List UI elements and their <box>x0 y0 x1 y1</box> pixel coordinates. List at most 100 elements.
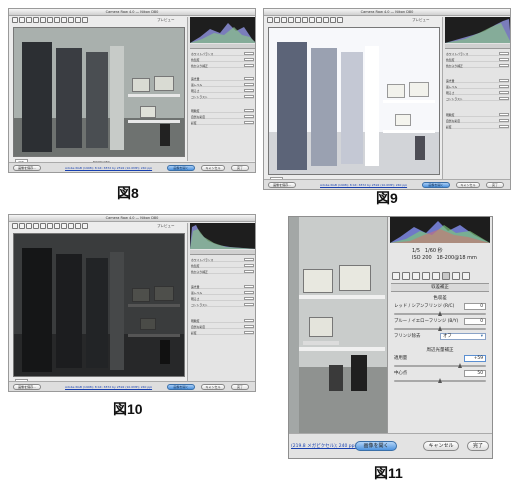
slider-row[interactable]: 露光量 <box>191 77 254 81</box>
vignette-amount-field[interactable]: 適用量 +59 <box>394 355 486 363</box>
slider-row[interactable]: 色温度 <box>191 58 254 62</box>
slider-row[interactable]: 色温度 <box>191 264 254 268</box>
hand-tool-icon[interactable] <box>19 17 25 23</box>
blue-yellow-value[interactable]: 0 <box>464 318 486 325</box>
retouch-tool-icon[interactable] <box>54 223 60 229</box>
rotate-right-icon[interactable] <box>82 223 88 229</box>
workflow-options-link[interactable]: Adobe RGB (1998); 8 bit; 3872 by 2592 (1… <box>65 166 152 170</box>
cancel-button[interactable]: キャンセル <box>201 384 225 390</box>
straighten-tool-icon[interactable] <box>47 17 53 23</box>
slider-row[interactable]: 明瞭度 <box>191 109 254 113</box>
hand-tool-icon[interactable] <box>19 223 25 229</box>
red-cyan-value[interactable]: 0 <box>464 303 486 310</box>
zoom-tool-icon[interactable] <box>12 223 18 229</box>
slider-row[interactable]: 明るさ <box>191 89 254 93</box>
red-cyan-slider[interactable] <box>394 311 486 316</box>
slider-row[interactable]: 彩度 <box>191 121 254 125</box>
cancel-button[interactable]: キャンセル <box>201 165 225 171</box>
slider-row[interactable]: コントラスト <box>191 95 254 99</box>
panel-tabs[interactable] <box>190 250 255 255</box>
image-preview[interactable] <box>289 217 387 435</box>
tone-curve-tab-icon[interactable] <box>402 272 410 280</box>
slider-row[interactable]: 自然な彩度 <box>446 119 509 123</box>
save-image-button[interactable]: 画像を保存... <box>13 384 41 390</box>
preferences-icon[interactable] <box>323 17 329 23</box>
open-image-button[interactable]: 画像を開く <box>167 165 195 171</box>
slider-row[interactable]: 黒レベル <box>191 83 254 87</box>
slider-row[interactable]: 自然な彩度 <box>191 325 254 329</box>
defringe-field[interactable]: フリンジ除去 オフ ▾ <box>394 333 486 341</box>
slider-knob[interactable] <box>438 378 442 383</box>
preview-checkbox[interactable]: プレビュー <box>157 18 175 23</box>
rotate-left-icon[interactable] <box>75 17 81 23</box>
open-image-button[interactable]: 画像を開く <box>422 182 450 188</box>
slider-row[interactable]: 色かぶり補正 <box>191 64 254 68</box>
done-button[interactable]: 完了 <box>486 182 504 188</box>
slider-knob[interactable] <box>458 363 462 368</box>
blue-yellow-slider[interactable] <box>394 326 486 331</box>
crop-tool-icon[interactable] <box>295 17 301 23</box>
preview-checkbox[interactable]: プレビュー <box>157 224 175 229</box>
white-balance-tool-icon[interactable] <box>26 17 32 23</box>
slider-row[interactable]: 明るさ <box>191 297 254 301</box>
image-preview[interactable] <box>268 27 440 175</box>
slider-row[interactable]: 明るさ <box>446 91 509 95</box>
done-button[interactable]: 完了 <box>467 441 489 451</box>
red-eye-tool-icon[interactable] <box>61 17 67 23</box>
slider-row[interactable]: 彩度 <box>191 331 254 335</box>
detail-tab-icon[interactable] <box>412 272 420 280</box>
slider-knob[interactable] <box>438 326 442 331</box>
image-preview[interactable] <box>13 27 185 157</box>
slider-row[interactable]: 色かぶり補正 <box>446 64 509 68</box>
hand-tool-icon[interactable] <box>274 17 280 23</box>
white-balance-tool-icon[interactable] <box>26 223 32 229</box>
panel-tabs[interactable] <box>190 44 255 49</box>
zoom-tool-icon[interactable] <box>267 17 273 23</box>
red-eye-tool-icon[interactable] <box>61 223 67 229</box>
slider-knob[interactable] <box>438 311 442 316</box>
cancel-button[interactable]: キャンセル <box>423 441 459 451</box>
retouch-tool-icon[interactable] <box>309 17 315 23</box>
image-preview[interactable] <box>13 233 185 377</box>
done-button[interactable]: 完了 <box>231 384 249 390</box>
rotate-right-icon[interactable] <box>337 17 343 23</box>
rotate-left-icon[interactable] <box>75 223 81 229</box>
vignette-amount-slider[interactable] <box>394 363 486 368</box>
panel-tabs[interactable] <box>445 44 510 49</box>
amount-value[interactable]: +59 <box>464 355 486 362</box>
zoom-tool-icon[interactable] <box>12 17 18 23</box>
defringe-select[interactable]: オフ ▾ <box>440 333 486 340</box>
slider-row[interactable]: 黒レベル <box>191 291 254 295</box>
lens-corrections-tab-icon[interactable] <box>442 272 450 280</box>
rotate-right-icon[interactable] <box>82 17 88 23</box>
slider-row[interactable]: ホワイトバランス <box>191 52 254 56</box>
blue-yellow-fringe-field[interactable]: ブルー / イエローフリンジ (B/Y) 0 <box>394 318 486 326</box>
slider-row[interactable]: 明瞭度 <box>446 113 509 117</box>
color-sampler-icon[interactable] <box>33 223 39 229</box>
open-image-button[interactable]: 画像を開く <box>167 384 195 390</box>
slider-row[interactable]: 明瞭度 <box>191 319 254 323</box>
color-sampler-icon[interactable] <box>33 17 39 23</box>
save-image-button[interactable]: 画像を保存... <box>13 165 41 171</box>
slider-row[interactable]: コントラスト <box>191 303 254 307</box>
hsl-tab-icon[interactable] <box>422 272 430 280</box>
save-image-button[interactable]: 画像を保存... <box>268 182 296 188</box>
open-image-button[interactable]: 画像を開く <box>355 441 397 451</box>
slider-row[interactable]: 色温度 <box>446 58 509 62</box>
retouch-tool-icon[interactable] <box>54 17 60 23</box>
red-cyan-fringe-field[interactable]: レッド / シアンフリンジ (R/C) 0 <box>394 303 486 311</box>
straighten-tool-icon[interactable] <box>47 223 53 229</box>
slider-row[interactable]: ホワイトバランス <box>191 258 254 262</box>
slider-row[interactable]: コントラスト <box>446 97 509 101</box>
preferences-icon[interactable] <box>68 17 74 23</box>
red-eye-tool-icon[interactable] <box>316 17 322 23</box>
slider-row[interactable]: 露光量 <box>191 285 254 289</box>
vignette-midpoint-field[interactable]: 中心点 50 <box>394 370 486 378</box>
crop-tool-icon[interactable] <box>40 223 46 229</box>
workflow-options-link[interactable]: Adobe RGB (1998); 8 bit; 3872 by 2592 (1… <box>65 385 152 389</box>
rotate-left-icon[interactable] <box>330 17 336 23</box>
camera-calibration-tab-icon[interactable] <box>452 272 460 280</box>
basic-tab-icon[interactable] <box>392 272 400 280</box>
vignette-midpoint-slider[interactable] <box>394 378 486 383</box>
slider-row[interactable]: 彩度 <box>446 125 509 129</box>
